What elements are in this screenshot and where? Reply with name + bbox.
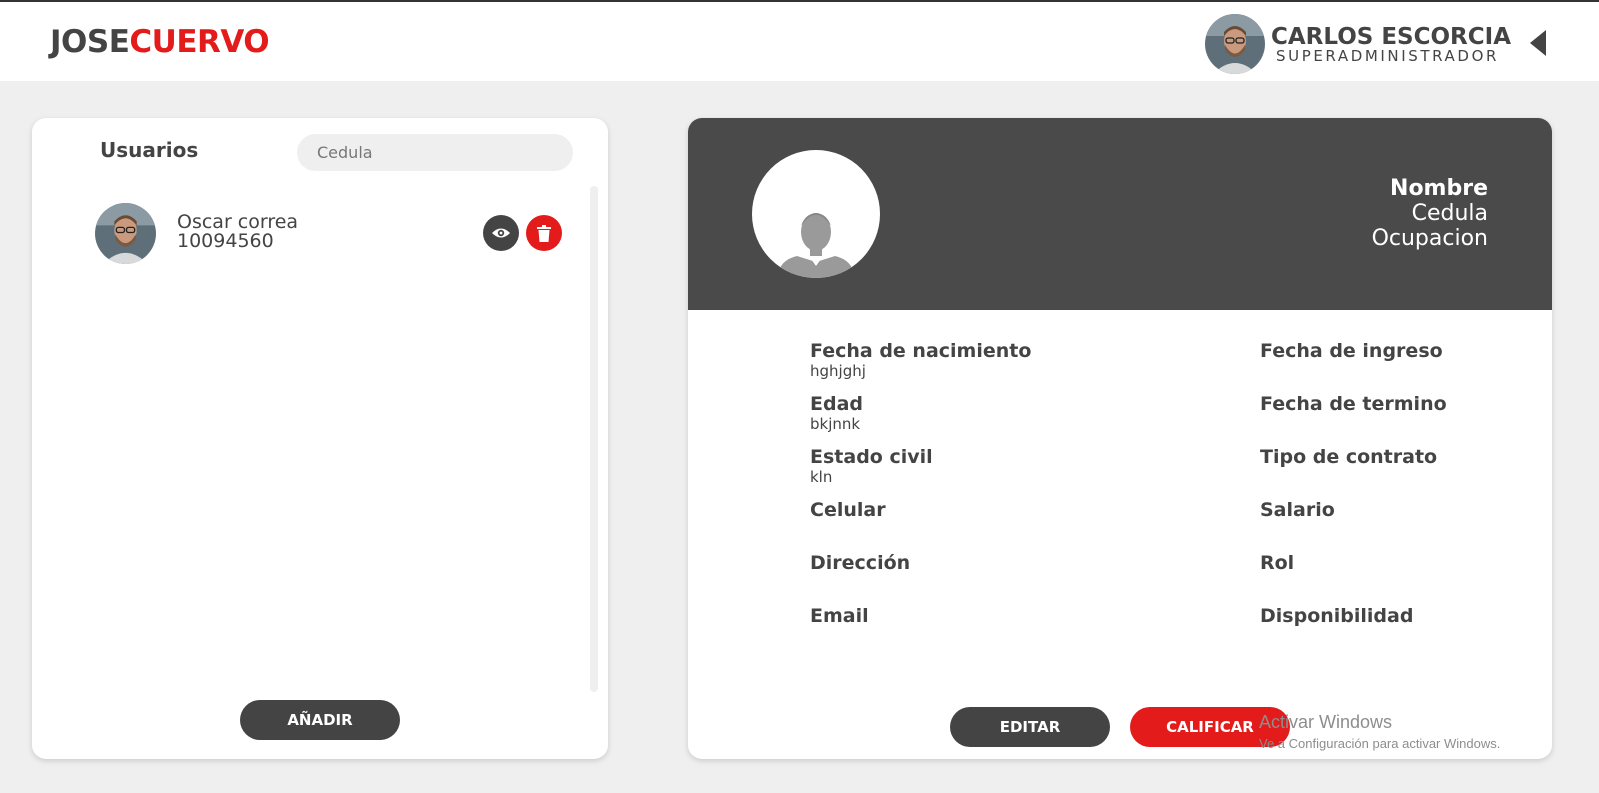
profile-avatar — [752, 150, 880, 278]
field-availability: Disponibilidad — [1260, 605, 1413, 627]
field-salary: Salario — [1260, 499, 1335, 521]
field-value: hghjghj — [810, 362, 866, 380]
brand-logo[interactable]: JOSECUERVO — [50, 24, 270, 60]
logo-text-cuervo: CUERVO — [129, 24, 270, 60]
field-value: bkjnnk — [810, 415, 861, 433]
field-label: Estado civil — [810, 446, 933, 468]
current-user-menu[interactable]: CARLOS ESCORCIA SUPERADMINISTRADOR — [1179, 12, 1599, 74]
top-bar: JOSECUERVO CARLOS ESCORCIA SUPERADMINIST… — [0, 0, 1599, 81]
field-address: Dirección — [810, 552, 910, 574]
rate-button[interactable]: CALIFICAR — [1130, 707, 1290, 747]
field-label: Celular — [810, 499, 886, 521]
field-end-date: Fecha de termino — [1260, 393, 1447, 415]
profile-summary: Nombre Cedula Ocupacion — [1372, 176, 1488, 251]
profile-occupation: Ocupacion — [1371, 226, 1488, 251]
field-label: Email — [810, 605, 869, 627]
users-list-scrollbar[interactable] — [590, 186, 598, 692]
cedula-search-input[interactable] — [297, 134, 573, 171]
delete-user-button[interactable] — [526, 215, 562, 251]
field-value: kln — [810, 468, 833, 486]
user-profile-panel: Nombre Cedula Ocupacion Fecha de nacimie… — [688, 118, 1552, 759]
field-label: Edad — [810, 393, 864, 415]
field-civil-status: Estado civil kln — [810, 446, 933, 486]
field-contract-type: Tipo de contrato — [1260, 446, 1437, 468]
field-label: Tipo de contrato — [1260, 446, 1438, 468]
view-user-button[interactable] — [483, 215, 519, 251]
eye-icon — [492, 228, 510, 238]
list-item-cedula: 10094560 — [177, 230, 274, 252]
users-panel: Usuarios Oscar correa 10094560 — [32, 118, 608, 759]
user-avatar — [1205, 14, 1265, 74]
profile-cedula: Cedula — [1411, 201, 1488, 226]
field-phone: Celular — [810, 499, 886, 521]
logo-text-jose: JOSE — [50, 24, 130, 60]
field-email: Email — [810, 605, 869, 627]
user-placeholder-icon — [777, 213, 855, 278]
user-role: SUPERADMINISTRADOR — [1276, 47, 1499, 65]
avatar — [95, 203, 156, 264]
field-label: Fecha de nacimiento — [810, 340, 1032, 362]
field-age: Edad bkjnnk — [810, 393, 863, 433]
list-item[interactable]: Oscar correa 10094560 — [95, 203, 562, 265]
field-label: Fecha de ingreso — [1260, 340, 1443, 362]
field-label: Dirección — [810, 552, 911, 574]
collapse-caret-icon[interactable] — [1530, 30, 1546, 56]
field-label: Rol — [1260, 552, 1295, 574]
field-birthdate: Fecha de nacimiento hghjghj — [810, 340, 1031, 380]
add-user-button[interactable]: AÑADIR — [240, 700, 400, 740]
field-label: Disponibilidad — [1260, 605, 1414, 627]
field-role: Rol — [1260, 552, 1294, 574]
field-label: Salario — [1260, 499, 1335, 521]
trash-icon — [537, 224, 551, 242]
profile-name: Nombre — [1390, 176, 1488, 201]
profile-header: Nombre Cedula Ocupacion — [688, 118, 1552, 310]
edit-button[interactable]: EDITAR — [950, 707, 1110, 747]
field-label: Fecha de termino — [1260, 393, 1447, 415]
field-start-date: Fecha de ingreso — [1260, 340, 1443, 362]
users-panel-title: Usuarios — [100, 138, 199, 162]
